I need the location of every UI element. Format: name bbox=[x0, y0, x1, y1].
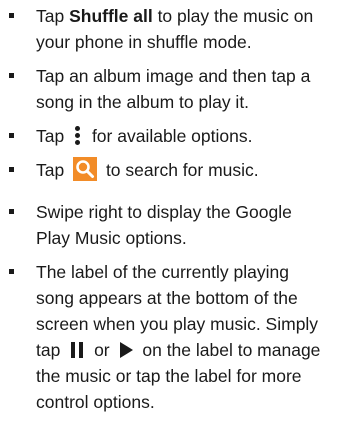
text-fragment: Tap bbox=[36, 6, 70, 26]
bullet-marker bbox=[9, 133, 14, 138]
text-line: your phone in shuffle mode. bbox=[36, 30, 252, 54]
text-fragment: or bbox=[89, 340, 115, 360]
play-icon bbox=[119, 342, 133, 359]
text-fragment: your phone in shuffle mode. bbox=[36, 32, 252, 52]
text-line: control options. bbox=[36, 390, 155, 414]
text-fragment: Tap bbox=[36, 126, 70, 146]
shuffle-all-label: Shuffle all bbox=[69, 6, 153, 26]
text-line: Tap for available options. bbox=[36, 124, 252, 148]
text-fragment: tap bbox=[36, 340, 66, 360]
text-fragment: Swipe right to display the Google bbox=[36, 202, 292, 222]
search-icon bbox=[73, 157, 98, 182]
text-line: tap or on the label to manage bbox=[36, 338, 320, 362]
text-line: Play Music options. bbox=[36, 226, 187, 250]
text-fragment: Tap an album image and then tap a bbox=[36, 66, 311, 86]
bullet-marker bbox=[9, 167, 14, 172]
more-vert-icon bbox=[73, 124, 83, 146]
text-line: song appears at the bottom of the bbox=[36, 286, 298, 310]
text-fragment: song appears at the bottom of the bbox=[36, 288, 298, 308]
text-line: screen when you play music. Simply bbox=[36, 312, 318, 336]
text-fragment: song in the album to play it. bbox=[36, 92, 250, 112]
bullet-marker bbox=[9, 269, 14, 274]
text-fragment: Play Music options. bbox=[36, 228, 187, 248]
text-line: Tap to search for music. bbox=[36, 157, 259, 183]
text-fragment: The label of the currently playing bbox=[36, 262, 289, 282]
text-fragment: screen when you play music. Simply bbox=[36, 314, 319, 334]
text-line: Tap Shuffle all to play the music on bbox=[36, 4, 313, 28]
text-line: song in the album to play it. bbox=[36, 90, 249, 114]
text-line: Swipe right to display the Google bbox=[36, 200, 292, 224]
bullet-marker bbox=[9, 73, 14, 78]
text-fragment: to search for music. bbox=[101, 160, 259, 180]
text-fragment: for available options. bbox=[87, 126, 253, 146]
text-line: the music or tap the label for more bbox=[36, 364, 302, 388]
pause-icon bbox=[70, 342, 84, 359]
text-fragment: control options. bbox=[36, 392, 155, 412]
text-fragment: on the label to manage bbox=[137, 340, 321, 360]
text-line: The label of the currently playing bbox=[36, 260, 289, 284]
text-fragment: Tap bbox=[36, 160, 70, 180]
bullet-marker bbox=[9, 209, 14, 214]
text-line: Tap an album image and then tap a bbox=[36, 64, 310, 88]
text-fragment: the music or tap the label for more bbox=[36, 366, 302, 386]
text-fragment: to play the music on bbox=[152, 6, 314, 26]
bullet-marker bbox=[9, 13, 14, 18]
